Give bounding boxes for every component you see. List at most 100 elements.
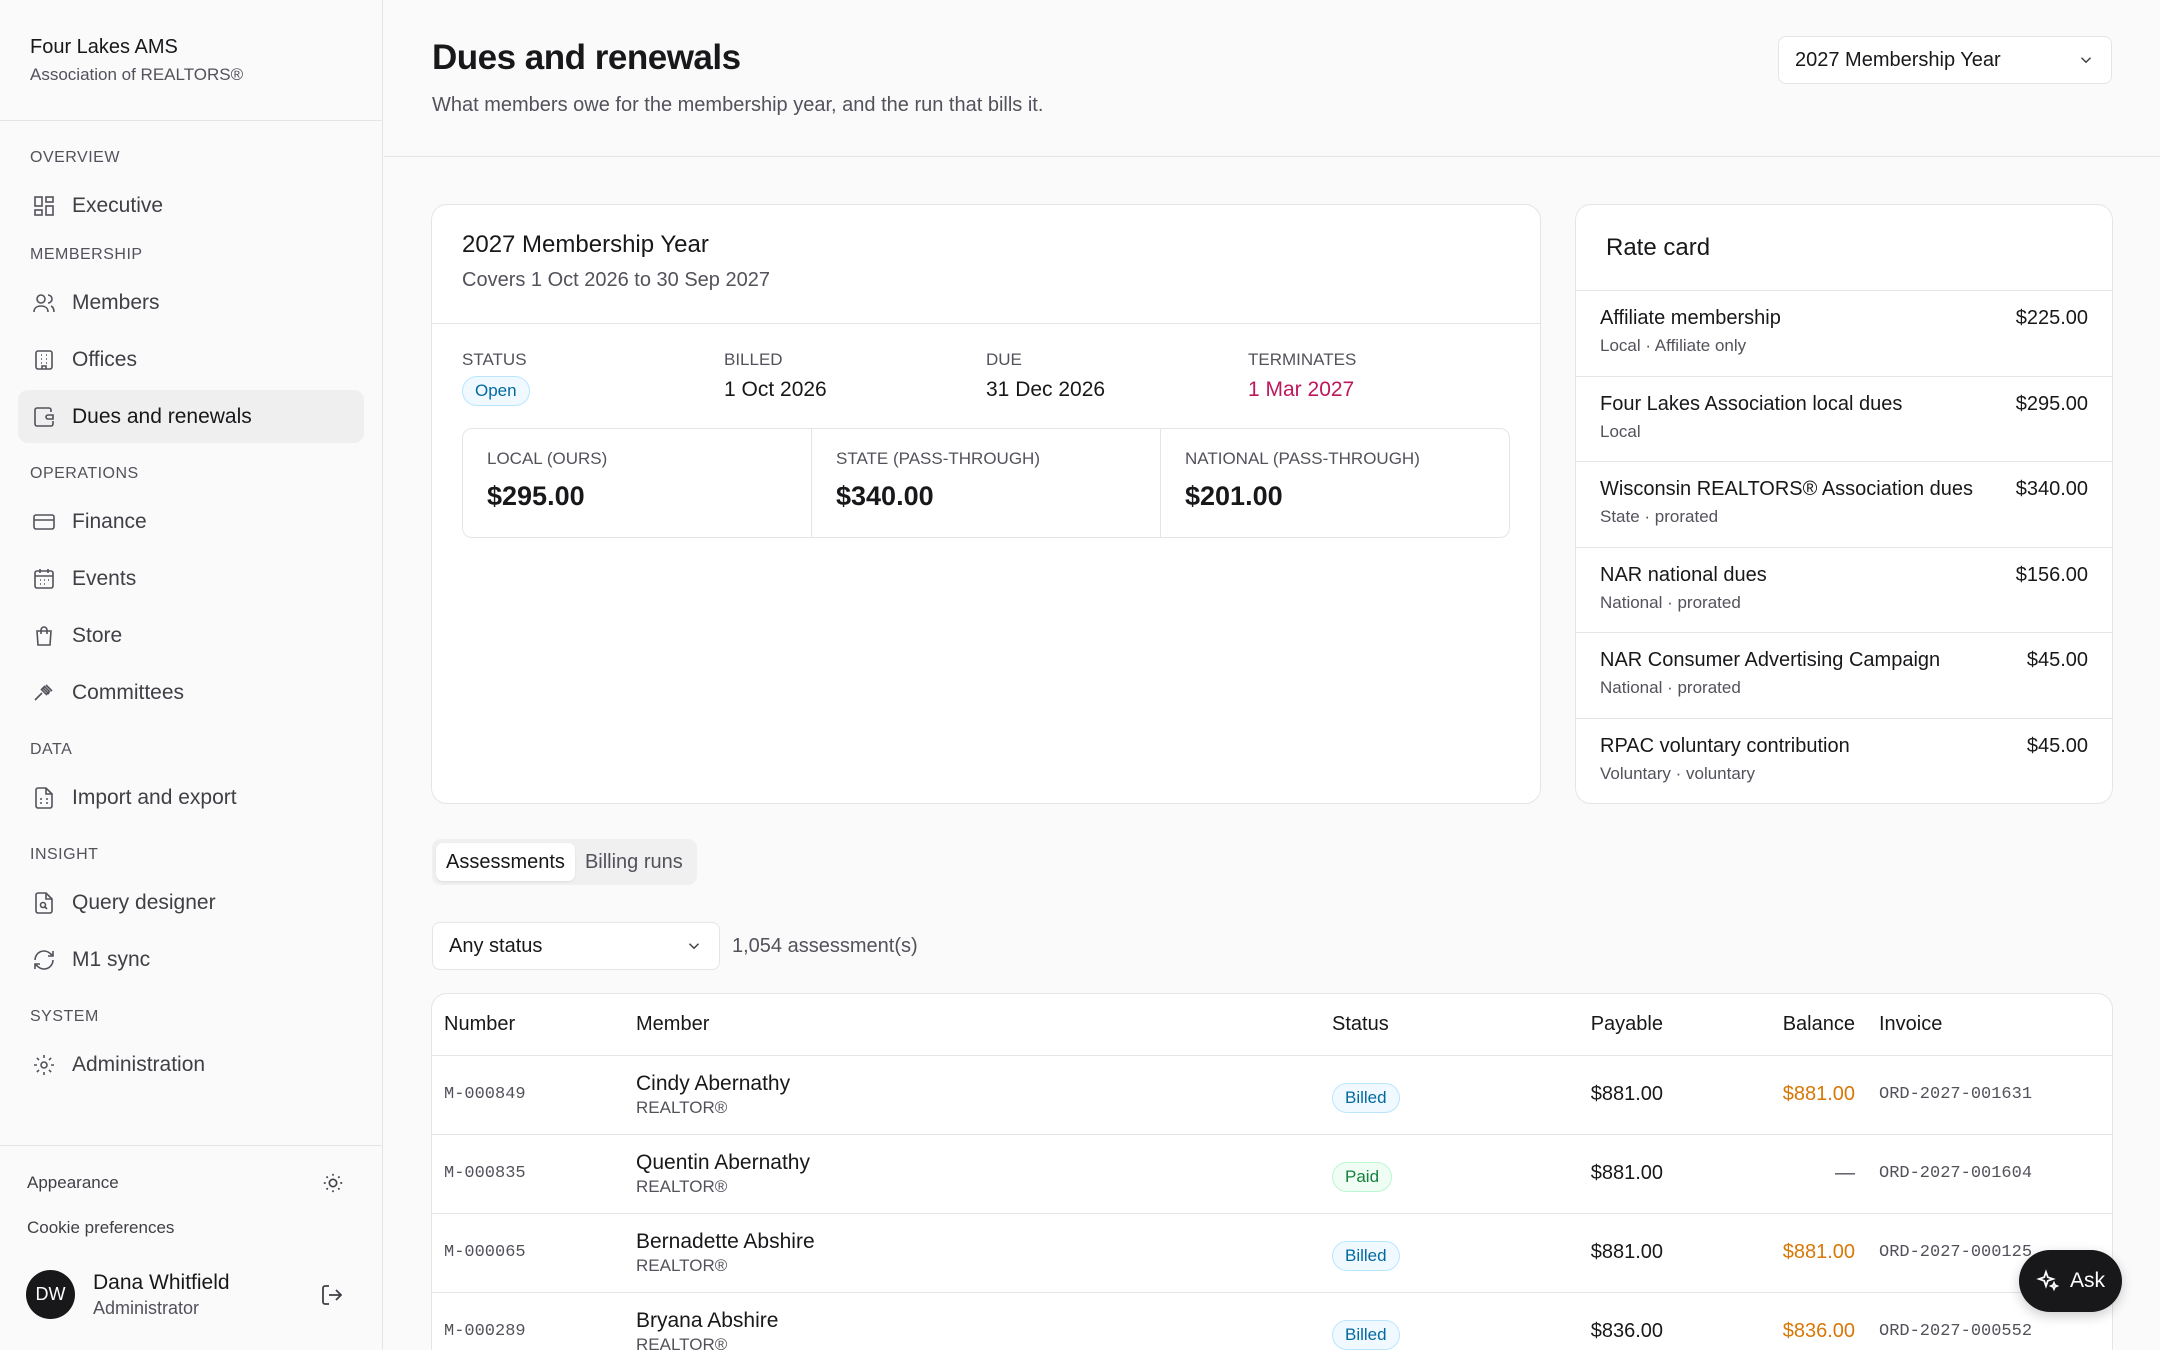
amount-label: LOCAL (OURS) bbox=[487, 449, 608, 468]
user-text: Dana Whitfield Administrator bbox=[93, 1271, 320, 1319]
user-role: Administrator bbox=[93, 1297, 200, 1318]
cookie-preferences-label: Cookie preferences bbox=[27, 1218, 175, 1237]
appearance-row[interactable]: Appearance bbox=[0, 1158, 382, 1208]
sidebar-item-store[interactable]: Store bbox=[18, 609, 364, 662]
sidebar-item-label: Members bbox=[72, 290, 160, 314]
rate-row: Affiliate membership Local · Affiliate on… bbox=[1576, 291, 2112, 377]
column-header-balance[interactable]: Balance bbox=[1675, 994, 1867, 1056]
rate-row: RPAC voluntary contribution Voluntary · v… bbox=[1576, 719, 2112, 804]
tab-billing-runs[interactable]: Billing runs bbox=[575, 843, 693, 881]
rate-price: $156.00 bbox=[2015, 563, 2088, 586]
status-filter-select[interactable]: Any status bbox=[432, 922, 720, 970]
year-facts: STATUS Open BILLED 1 Oct 2026 DUE 31 Dec… bbox=[432, 324, 1540, 406]
sun-icon[interactable] bbox=[322, 1172, 344, 1194]
brand-name: Four Lakes AMS bbox=[30, 36, 178, 58]
rate-info: NAR national dues National · prorated bbox=[1600, 564, 1767, 633]
rate-meta: Local bbox=[1600, 421, 1641, 441]
cell-payable: $881.00 bbox=[1495, 1055, 1675, 1135]
file-sheet-icon bbox=[35, 786, 53, 809]
sidebar-nav: OVERVIEW Executive MEMBERSHIP Members Of… bbox=[0, 149, 382, 1091]
ask-assistant-button[interactable]: Ask bbox=[2019, 1250, 2122, 1312]
sidebar-item-label: Administration bbox=[72, 1052, 206, 1076]
rate-card: Rate card Affiliate membership Local · Af… bbox=[1575, 204, 2113, 804]
sidebar-item-executive[interactable]: Executive bbox=[18, 179, 364, 232]
nav-section-insight: INSIGHT bbox=[30, 846, 99, 863]
cell-balance: $836.00 bbox=[1675, 1292, 1867, 1350]
sidebar-item-label: Query designer bbox=[72, 890, 216, 914]
page-subtitle: What members owe for the membership year… bbox=[432, 94, 1044, 116]
amount-value: $340.00 bbox=[836, 481, 934, 511]
table-header-row: Number Member Status Payable Balance Inv… bbox=[432, 994, 2112, 1056]
cell-invoice[interactable]: ORD-2027-001604 bbox=[1867, 1134, 2112, 1214]
rate-name: Wisconsin REALTORS® Association dues bbox=[1600, 478, 1974, 500]
sidebar-item-administration[interactable]: Administration bbox=[18, 1038, 364, 1091]
sidebar-item-finance[interactable]: Finance bbox=[18, 495, 364, 548]
tab-assessments[interactable]: Assessments bbox=[436, 843, 575, 881]
sidebar-item-offices[interactable]: Offices bbox=[18, 333, 364, 386]
sidebar-item-label: Finance bbox=[72, 509, 147, 533]
membership-year-card: 2027 Membership Year Covers 1 Oct 2026 t… bbox=[431, 204, 1541, 804]
cell-invoice[interactable]: ORD-2027-001631 bbox=[1867, 1055, 2112, 1135]
column-header-number[interactable]: Number bbox=[432, 994, 624, 1056]
calendar-icon bbox=[34, 568, 54, 589]
column-header-invoice[interactable]: Invoice bbox=[1867, 994, 2112, 1056]
logout-icon[interactable] bbox=[320, 1283, 344, 1307]
brand: Four Lakes AMS Association of REALTORS® bbox=[0, 0, 382, 121]
rate-row: Four Lakes Association local dues Local $… bbox=[1576, 377, 2112, 462]
sidebar-item-label: Store bbox=[72, 623, 123, 647]
sidebar-item-label: Offices bbox=[72, 347, 137, 371]
member-name[interactable]: Quentin Abernathy bbox=[636, 1151, 1308, 1175]
fact-label: TERMINATES bbox=[1248, 350, 1357, 369]
membership-year-value: 2027 Membership Year bbox=[1795, 48, 2001, 71]
status-filter-value: Any status bbox=[449, 934, 543, 957]
cell-status: Billed bbox=[1320, 1055, 1495, 1135]
member-name[interactable]: Cindy Abernathy bbox=[636, 1072, 1308, 1096]
amount-label: STATE (PASS-THROUGH) bbox=[836, 449, 1040, 468]
column-header-status[interactable]: Status bbox=[1320, 994, 1495, 1056]
rate-info: NAR Consumer Advertising Campaign Nationa… bbox=[1600, 649, 1940, 718]
rate-name: Affiliate membership bbox=[1600, 307, 1781, 329]
member-name[interactable]: Bryana Abshire bbox=[636, 1309, 1308, 1333]
gavel-icon bbox=[34, 683, 53, 701]
rate-info: Four Lakes Association local dues Local bbox=[1600, 393, 1902, 462]
cell-payable: $881.00 bbox=[1495, 1213, 1675, 1293]
shopping-bag-icon bbox=[36, 625, 52, 646]
sidebar-item-label: Executive bbox=[72, 193, 164, 217]
sidebar-item-members[interactable]: Members bbox=[18, 276, 364, 329]
rate-price: $340.00 bbox=[2015, 478, 2088, 500]
rate-price: $225.00 bbox=[2015, 307, 2088, 329]
membership-year-select[interactable]: 2027 Membership Year bbox=[1778, 36, 2112, 84]
table-row[interactable]: M-000065 Bernadette Abshire REALTOR® Bill… bbox=[432, 1213, 2112, 1293]
cookie-preferences-link[interactable]: Cookie preferences bbox=[0, 1208, 382, 1248]
rate-meta: State · prorated bbox=[1600, 507, 1719, 526]
cell-number: M-000849 bbox=[432, 1055, 624, 1135]
sidebar-item-committees[interactable]: Committees bbox=[18, 666, 364, 719]
cell-status: Billed bbox=[1320, 1213, 1495, 1293]
sidebar-item-import-and-export[interactable]: Import and export bbox=[18, 771, 364, 824]
sidebar-item-dues-and-renewals[interactable]: Dues and renewals bbox=[18, 390, 364, 443]
user-name: Dana Whitfield bbox=[93, 1270, 230, 1294]
column-header-member[interactable]: Member bbox=[624, 994, 1320, 1056]
filters-bar: Any status 1,054 assessment(s) bbox=[432, 922, 918, 970]
column-header-payable[interactable]: Payable bbox=[1495, 994, 1675, 1056]
sidebar-item-label: Import and export bbox=[72, 785, 237, 809]
chevron-down-icon bbox=[688, 943, 700, 950]
table-row[interactable]: M-000289 Bryana Abshire REALTOR® Billed $… bbox=[432, 1292, 2112, 1350]
cell-balance: $881.00 bbox=[1675, 1213, 1867, 1293]
amount-value: $201.00 bbox=[1185, 481, 1283, 511]
nav-section-operations: OPERATIONS bbox=[30, 465, 139, 482]
table-row[interactable]: M-000849 Cindy Abernathy REALTOR® Billed … bbox=[432, 1055, 2112, 1135]
sidebar-item-m1-sync[interactable]: M1 sync bbox=[18, 933, 364, 986]
sidebar-item-query-designer[interactable]: Query designer bbox=[18, 876, 364, 929]
nav-section-membership: MEMBERSHIP bbox=[30, 246, 143, 263]
member-name[interactable]: Bernadette Abshire bbox=[636, 1230, 1308, 1254]
sidebar-item-label: M1 sync bbox=[72, 947, 151, 971]
rate-price: $295.00 bbox=[2015, 392, 2088, 415]
table-row[interactable]: M-000835 Quentin Abernathy REALTOR® Paid … bbox=[432, 1134, 2112, 1214]
sidebar-item-events[interactable]: Events bbox=[18, 552, 364, 605]
refresh-icon bbox=[34, 949, 54, 970]
member-type: REALTOR® bbox=[636, 1334, 728, 1350]
rate-info: Wisconsin REALTORS® Association dues Stat… bbox=[1600, 478, 1973, 547]
cell-balance: $881.00 bbox=[1675, 1055, 1867, 1135]
cell-status: Paid bbox=[1320, 1134, 1495, 1214]
